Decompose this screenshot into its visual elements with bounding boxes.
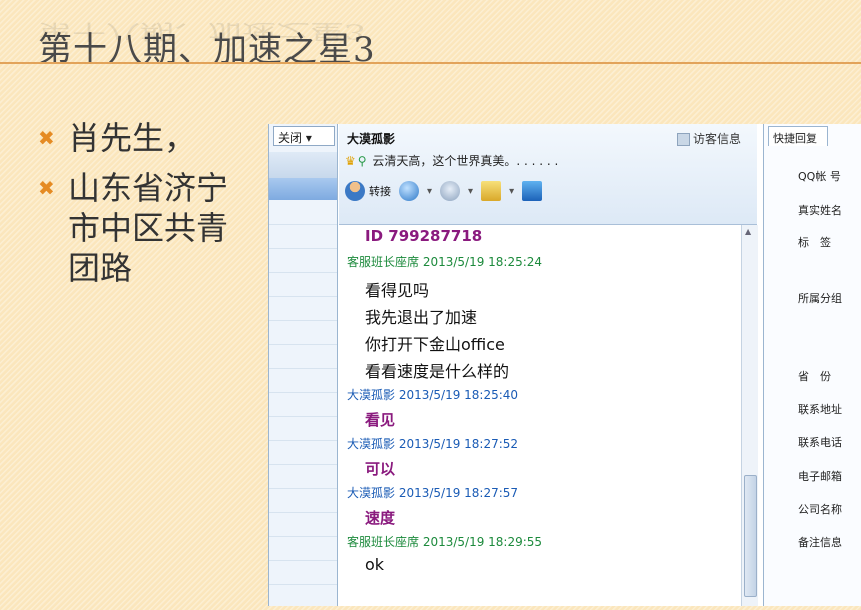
bullet-list: ✖ 肖先生， ✖ 山东省济宁市中区共青团路 <box>38 118 238 288</box>
message-text: 看见 <box>365 411 396 429</box>
message-meta: 大漠孤影 2013/5/19 18:27:52 <box>347 437 519 451</box>
chat-header: 大漠孤影 访客信息 ♛ ⚲ 云清天高，这个世界真美。. . . . . . 转接 … <box>339 124 757 225</box>
chat-toolbar: 转接 ▾ ▾ ▾ <box>345 178 543 204</box>
session-row-selected[interactable] <box>269 178 337 200</box>
chevron-down-icon[interactable]: ▾ <box>427 186 432 197</box>
transfer-button[interactable]: 转接 <box>345 181 391 201</box>
message-text: 我先退出了加速 <box>365 308 478 327</box>
bullet-item: ✖ 肖先生， <box>38 118 238 158</box>
session-row[interactable] <box>269 344 337 369</box>
status-select[interactable]: 关闭 ▾ <box>273 126 335 146</box>
crown-icon: ♛ <box>345 154 356 168</box>
message-text: 看得见吗 <box>365 281 430 300</box>
field-label: 联系地址 <box>798 403 842 416</box>
field-label: 所属分组 <box>798 292 842 305</box>
tab-quick-reply[interactable]: 快捷回复 <box>768 126 828 146</box>
session-row[interactable] <box>269 488 337 513</box>
message-meta: 大漠孤影 2013/5/19 18:27:57 <box>347 486 519 500</box>
message-scrollbar[interactable]: ▲ <box>741 225 758 606</box>
field-label: 备注信息 <box>798 536 842 549</box>
session-row[interactable] <box>269 200 337 225</box>
session-row[interactable] <box>269 320 337 345</box>
bullet-text: 山东省济宁市中区共青团路 <box>68 169 229 287</box>
message-text: 速度 <box>365 509 396 527</box>
session-row[interactable] <box>269 248 337 273</box>
field-label: 公司名称 <box>798 503 842 516</box>
scrollbar-thumb[interactable] <box>744 475 757 597</box>
session-row[interactable] <box>269 512 337 537</box>
microphone-icon[interactable] <box>440 181 461 201</box>
bullet-text: 肖先生， <box>68 119 197 157</box>
session-row[interactable] <box>269 392 337 417</box>
session-row[interactable] <box>269 560 337 585</box>
visitor-info-label: 访客信息 <box>693 132 742 146</box>
message-text: ok <box>365 555 385 574</box>
session-list-panel: 关闭 ▾ <box>269 124 338 606</box>
session-row[interactable] <box>269 224 337 249</box>
chat-window: 大漠孤影 访客信息 ♛ ⚲ 云清天高，这个世界真美。. . . . . . 转接 … <box>339 124 758 606</box>
session-row[interactable] <box>269 272 337 297</box>
visitor-info-icon <box>677 133 690 146</box>
session-row[interactable] <box>269 416 337 441</box>
status-text: 云清天高，这个世界真美。. . . . . . <box>372 154 559 168</box>
field-label: 标 签 <box>798 236 831 249</box>
message-text: 你打开下金山office <box>365 335 505 354</box>
title-underline <box>0 62 861 64</box>
bullet-x-icon: ✖ <box>38 126 55 150</box>
scroll-up-icon[interactable]: ▲ <box>745 227 751 236</box>
message-meta: 客服班长座席 2013/5/19 18:25:24 <box>347 255 543 269</box>
session-row[interactable] <box>269 296 337 321</box>
session-row[interactable] <box>269 536 337 561</box>
field-label: 联系电话 <box>798 436 842 449</box>
field-label: 真实姓名 <box>798 204 842 217</box>
field-label: QQ帐 号 <box>798 170 841 183</box>
message-list: ID 799287718 客服班长座席 2013/5/19 18:25:24 看… <box>339 225 739 606</box>
message-meta: 客服班长座席 2013/5/19 18:29:55 <box>347 535 543 549</box>
session-row[interactable] <box>269 464 337 489</box>
session-row[interactable] <box>269 440 337 465</box>
search-icon: ⚲ <box>357 154 367 168</box>
message-text: 看看速度是什么样的 <box>365 362 510 381</box>
bullet-x-icon: ✖ <box>38 176 55 200</box>
folder-icon[interactable] <box>481 181 502 201</box>
status-select-value: 关闭 <box>278 131 303 145</box>
chevron-down-icon[interactable]: ▾ <box>509 186 514 197</box>
visitor-info-button[interactable]: 访客信息 <box>677 130 741 147</box>
chat-screenshot: 关闭 ▾ 大漠孤影 访客信息 ♛ ⚲ 云清天高，这个世界真美。. . . . . … <box>268 124 861 606</box>
chevron-down-icon[interactable]: ▾ <box>468 186 473 197</box>
contact-status: ♛ ⚲ 云清天高，这个世界真美。. . . . . . <box>345 152 558 169</box>
customer-info-panel: 快捷回复 QQ帐 号 真实姓名 标 签 所属分组 省 份 联系地址 联系电话 电… <box>763 124 861 606</box>
contact-name: 大漠孤影 <box>347 132 396 146</box>
message-text: 可以 <box>365 460 396 478</box>
remote-screen-icon[interactable] <box>522 181 543 201</box>
session-list-header <box>269 152 337 178</box>
transfer-label: 转接 <box>369 185 391 198</box>
message-text: ID 799287718 <box>365 227 483 245</box>
session-row[interactable] <box>269 368 337 393</box>
message-meta: 大漠孤影 2013/5/19 18:25:40 <box>347 388 519 402</box>
field-label: 电子邮箱 <box>798 470 842 483</box>
field-label: 省 份 <box>798 370 831 383</box>
webcam-icon[interactable] <box>399 181 419 201</box>
person-icon <box>345 181 365 201</box>
bullet-item: ✖ 山东省济宁市中区共青团路 <box>38 168 238 288</box>
